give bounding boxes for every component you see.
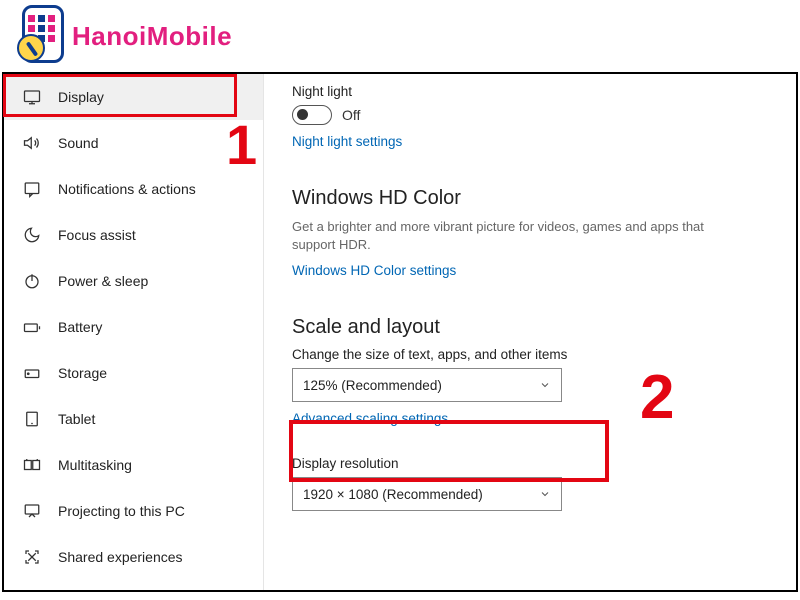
sidebar: Display Sound Notifications & actions Fo…: [4, 74, 264, 590]
resolution-dropdown[interactable]: 1920 × 1080 (Recommended): [292, 477, 562, 511]
night-light-settings-link[interactable]: Night light settings: [292, 134, 402, 149]
notifications-icon: [22, 179, 42, 199]
hd-color-title: Windows HD Color: [292, 187, 768, 210]
logo-area: HanoiMobile: [0, 0, 800, 72]
brand-logo-text: HanoiMobile: [72, 21, 232, 52]
battery-icon: [22, 317, 42, 337]
sidebar-item-projecting[interactable]: Projecting to this PC: [4, 488, 263, 534]
sidebar-item-shared-experiences[interactable]: Shared experiences: [4, 534, 263, 580]
sidebar-item-label: Tablet: [58, 411, 95, 427]
sidebar-item-label: Storage: [58, 365, 107, 381]
content-area: Night light Off Night light settings Win…: [264, 74, 796, 590]
sidebar-item-notifications[interactable]: Notifications & actions: [4, 166, 263, 212]
sidebar-item-tablet[interactable]: Tablet: [4, 396, 263, 442]
brand-logo-icon: [14, 5, 66, 67]
sidebar-item-label: Projecting to this PC: [58, 503, 185, 519]
scale-layout-title: Scale and layout: [292, 316, 768, 339]
sidebar-item-label: Power & sleep: [58, 273, 148, 289]
sidebar-item-label: Display: [58, 89, 104, 105]
multitasking-icon: [22, 455, 42, 475]
sidebar-item-sound[interactable]: Sound: [4, 120, 263, 166]
chevron-down-icon: [539, 379, 551, 391]
annotation-number-1: 1: [226, 112, 257, 177]
storage-icon: [22, 363, 42, 383]
hd-color-desc: Get a brighter and more vibrant picture …: [292, 218, 722, 254]
hd-color-settings-link[interactable]: Windows HD Color settings: [292, 263, 456, 278]
sidebar-item-label: Shared experiences: [58, 549, 183, 565]
sidebar-item-battery[interactable]: Battery: [4, 304, 263, 350]
sidebar-item-label: Sound: [58, 135, 98, 151]
sidebar-item-power-sleep[interactable]: Power & sleep: [4, 258, 263, 304]
tablet-icon: [22, 409, 42, 429]
night-light-state: Off: [342, 107, 360, 123]
sidebar-item-display[interactable]: Display: [4, 74, 263, 120]
power-icon: [22, 271, 42, 291]
sidebar-item-label: Focus assist: [58, 227, 136, 243]
resolution-label: Display resolution: [292, 456, 768, 471]
advanced-scaling-link[interactable]: Advanced scaling settings: [292, 411, 448, 426]
sidebar-item-label: Battery: [58, 319, 102, 335]
focus-assist-icon: [22, 225, 42, 245]
resolution-dropdown-value: 1920 × 1080 (Recommended): [303, 487, 483, 502]
projecting-icon: [22, 501, 42, 521]
shared-experiences-icon: [22, 547, 42, 567]
display-icon: [22, 87, 42, 107]
scale-dropdown[interactable]: 125% (Recommended): [292, 368, 562, 402]
scale-change-label: Change the size of text, apps, and other…: [292, 347, 768, 362]
chevron-down-icon: [539, 488, 551, 500]
night-light-toggle[interactable]: [292, 105, 332, 125]
sidebar-item-label: Notifications & actions: [58, 181, 196, 197]
sidebar-item-storage[interactable]: Storage: [4, 350, 263, 396]
annotation-number-2: 2: [640, 362, 674, 433]
sidebar-item-label: Multitasking: [58, 457, 132, 473]
night-light-label: Night light: [292, 84, 768, 99]
sidebar-item-focus-assist[interactable]: Focus assist: [4, 212, 263, 258]
sidebar-item-multitasking[interactable]: Multitasking: [4, 442, 263, 488]
settings-window: Display Sound Notifications & actions Fo…: [2, 72, 798, 592]
sound-icon: [22, 133, 42, 153]
scale-dropdown-value: 125% (Recommended): [303, 378, 442, 393]
